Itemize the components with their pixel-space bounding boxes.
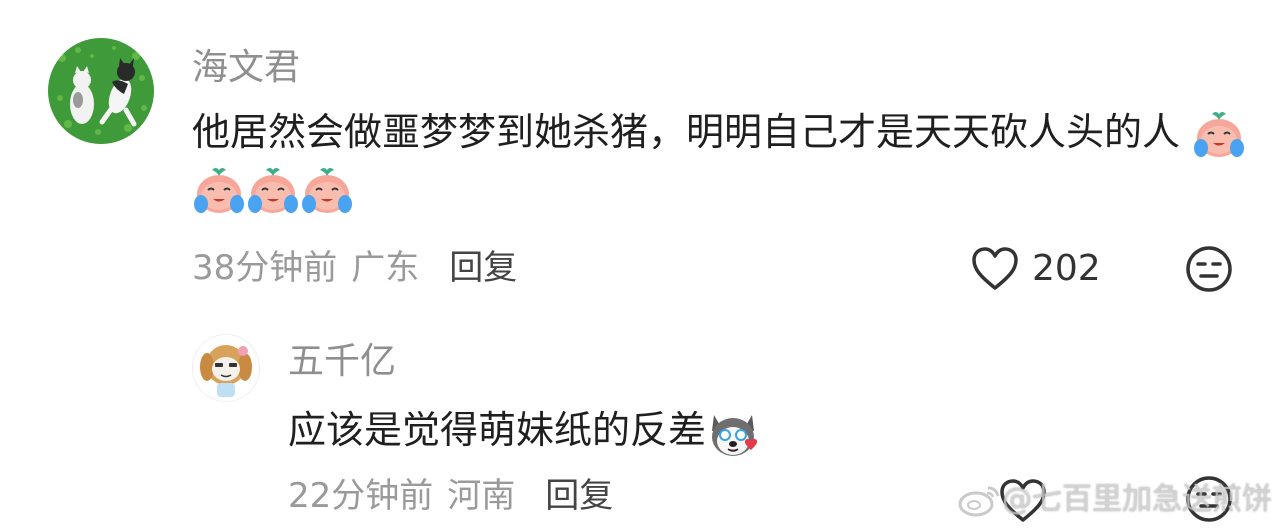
reply-button[interactable]: 回复 (545, 476, 613, 516)
comment-item: 海文君 他居然会做噩梦梦到她杀猪，明明自己才是天天砍人头的人 38分钟前 广东 … (0, 0, 1282, 300)
avatar[interactable] (48, 38, 154, 144)
crying-peach-emoji-icon (248, 167, 298, 213)
reply-button[interactable]: 回复 (449, 248, 517, 288)
comment-meta: 38分钟前 广东 回复 (192, 248, 517, 288)
comment-text: 他居然会做噩梦梦到她杀猪，明明自己才是天天砍人头的人 (192, 104, 1252, 216)
username[interactable]: 五千亿 (288, 342, 396, 382)
comment-text: 应该是觉得萌妹纸的反差 (288, 402, 1248, 459)
comment-location: 广东 (351, 248, 420, 288)
weibo-icon (958, 486, 1000, 517)
like-count: 202 (1032, 248, 1101, 289)
like-button[interactable]: 202 (970, 246, 1101, 292)
heart-icon (972, 247, 1018, 290)
comment-text-body: 他居然会做噩梦梦到她杀猪，明明自己才是天天砍人头的人 (192, 110, 1181, 154)
husky-love-emoji-icon (712, 414, 758, 456)
comment-time: 38分钟前 (192, 248, 338, 288)
crying-peach-emoji-icon (1194, 111, 1245, 157)
meh-face-icon (1186, 246, 1232, 292)
cats-avatar-icon (48, 38, 154, 144)
comment-meta: 22分钟前 河南 回复 (288, 476, 613, 516)
crying-peach-emoji-icon (302, 167, 352, 213)
dog-girl-avatar-icon (193, 335, 259, 401)
comment-location: 河南 (447, 476, 516, 516)
crying-peach-emoji-icon (194, 167, 244, 213)
username[interactable]: 海文君 (192, 48, 300, 88)
watermark: @七百里加急送煎饼 (958, 480, 1272, 520)
watermark-text: @七百里加急送煎饼 (1002, 482, 1272, 517)
dislike-button[interactable] (1184, 244, 1234, 298)
comment-time: 22分钟前 (288, 476, 434, 516)
avatar[interactable] (192, 334, 260, 402)
comment-text-body: 应该是觉得萌妹纸的反差 (288, 408, 707, 452)
